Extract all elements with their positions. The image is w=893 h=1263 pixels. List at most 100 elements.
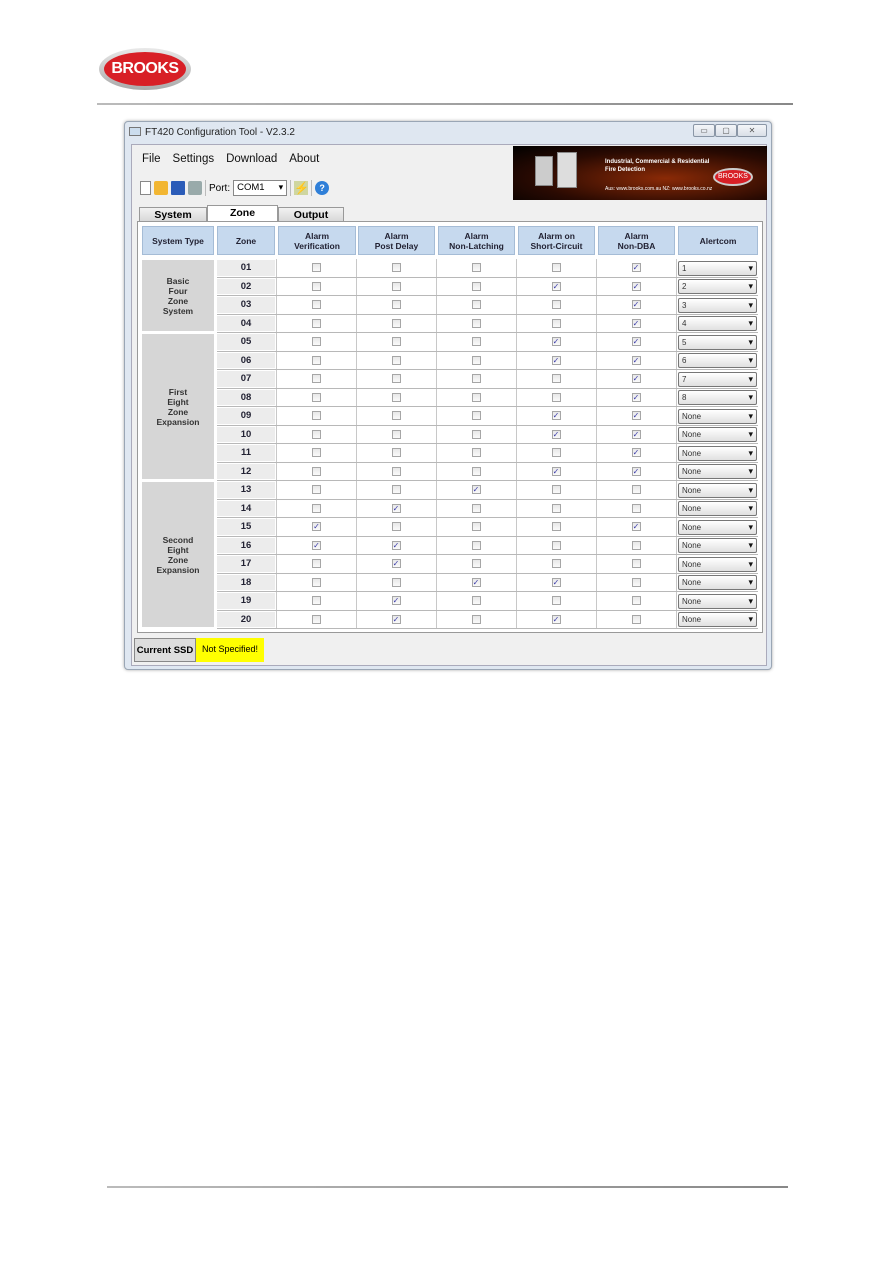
zone-option-checkbox[interactable] [391,318,401,328]
zone-option-checkbox[interactable] [471,318,481,328]
zone-option-checkbox[interactable] [551,596,561,605]
zone-option-checkbox[interactable]: ✓ [631,411,641,420]
zone-option-checkbox[interactable] [391,429,401,439]
zone-option-checkbox[interactable] [471,300,481,309]
zone-option-checkbox[interactable] [551,503,561,513]
alertcom-select[interactable]: None [678,519,757,535]
zone-option-checkbox[interactable]: ✓ [631,448,641,457]
zone-option-checkbox[interactable] [391,392,401,402]
menu-file[interactable]: File [142,153,161,165]
zone-option-checkbox[interactable] [471,337,481,346]
zone-option-checkbox[interactable] [391,374,401,383]
menu-settings[interactable]: Settings [173,153,215,165]
zone-option-checkbox[interactable] [471,614,481,624]
zone-option-checkbox[interactable] [312,485,321,494]
zone-option-checkbox[interactable] [631,503,641,513]
zone-option-checkbox[interactable]: ✓ [312,540,321,550]
zone-option-checkbox[interactable]: ✓ [312,522,321,531]
zone-option-checkbox[interactable] [551,374,561,383]
zone-option-checkbox[interactable] [471,559,481,568]
zone-option-checkbox[interactable] [312,614,321,624]
zone-option-checkbox[interactable]: ✓ [631,355,641,365]
zone-option-checkbox[interactable] [312,596,321,605]
menu-about[interactable]: About [289,153,319,165]
zone-option-checkbox[interactable] [471,466,481,476]
alertcom-select[interactable]: None [678,501,757,516]
zone-option-checkbox[interactable] [551,522,561,531]
zone-option-checkbox[interactable] [312,281,321,291]
zone-option-checkbox[interactable] [391,485,401,494]
zone-option-checkbox[interactable]: ✓ [391,540,401,550]
zone-option-checkbox[interactable] [391,522,401,531]
alertcom-select[interactable]: None [678,464,757,479]
zone-option-checkbox[interactable]: ✓ [631,522,641,531]
zone-option-checkbox[interactable] [471,448,481,457]
zone-option-checkbox[interactable] [471,540,481,550]
zone-option-checkbox[interactable] [391,466,401,476]
zone-option-checkbox[interactable] [312,466,321,476]
tab-output[interactable]: Output [278,207,344,222]
lightning-icon[interactable]: ⚡ [294,181,309,195]
alertcom-select[interactable]: 8 [678,390,757,405]
zone-option-checkbox[interactable] [312,263,321,272]
zone-option-checkbox[interactable] [631,559,641,568]
zone-option-checkbox[interactable] [631,540,641,550]
zone-option-checkbox[interactable] [391,355,401,365]
zone-option-checkbox[interactable]: ✓ [631,263,641,272]
alertcom-select[interactable]: 5 [678,334,757,350]
alertcom-select[interactable]: None [678,575,757,590]
zone-option-checkbox[interactable] [551,559,561,568]
alertcom-select[interactable]: 1 [678,260,757,276]
zone-option-checkbox[interactable]: ✓ [551,337,561,346]
alertcom-select[interactable]: 3 [678,297,757,313]
zone-option-checkbox[interactable]: ✓ [631,281,641,291]
zone-option-checkbox[interactable]: ✓ [551,411,561,420]
zone-option-checkbox[interactable] [391,300,401,309]
zone-option-checkbox[interactable] [551,485,561,494]
zone-option-checkbox[interactable]: ✓ [391,596,401,605]
zone-option-checkbox[interactable] [312,577,321,587]
maximize-button[interactable]: ▢ [715,124,737,137]
zone-option-checkbox[interactable] [391,577,401,587]
zone-option-checkbox[interactable]: ✓ [551,614,561,624]
zone-option-checkbox[interactable] [471,596,481,605]
zone-option-checkbox[interactable]: ✓ [471,577,481,587]
zone-option-checkbox[interactable] [391,281,401,291]
zone-option-checkbox[interactable] [391,337,401,346]
zone-option-checkbox[interactable] [551,318,561,328]
minimize-button[interactable]: ▭ [693,124,715,137]
zone-option-checkbox[interactable] [312,411,321,420]
alertcom-select[interactable]: None [678,427,757,442]
alertcom-select[interactable]: 6 [678,353,757,368]
zone-option-checkbox[interactable]: ✓ [631,318,641,328]
zone-option-checkbox[interactable] [471,429,481,439]
zone-option-checkbox[interactable] [312,429,321,439]
zone-option-checkbox[interactable]: ✓ [391,559,401,568]
zone-option-checkbox[interactable] [312,448,321,457]
zone-option-checkbox[interactable]: ✓ [391,503,401,513]
zone-option-checkbox[interactable]: ✓ [631,466,641,476]
zone-option-checkbox[interactable] [551,448,561,457]
alertcom-select[interactable]: None [678,612,757,627]
zone-option-checkbox[interactable] [312,374,321,383]
zone-option-checkbox[interactable]: ✓ [551,466,561,476]
zone-option-checkbox[interactable] [631,577,641,587]
zone-option-checkbox[interactable] [551,540,561,550]
zone-option-checkbox[interactable]: ✓ [631,337,641,346]
zone-option-checkbox[interactable] [631,596,641,605]
zone-option-checkbox[interactable] [391,411,401,420]
new-file-icon[interactable] [140,181,151,195]
zone-option-checkbox[interactable]: ✓ [631,300,641,309]
zone-option-checkbox[interactable] [631,485,641,494]
zone-option-checkbox[interactable] [312,355,321,365]
zone-option-checkbox[interactable] [551,263,561,272]
open-folder-icon[interactable] [154,181,168,195]
close-button[interactable]: ✕ [737,124,767,137]
zone-option-checkbox[interactable] [312,337,321,346]
zone-option-checkbox[interactable] [471,263,481,272]
port-select[interactable]: COM1 [233,180,288,196]
alertcom-select[interactable]: 2 [678,279,757,294]
alertcom-select[interactable]: None [678,408,757,424]
zone-option-checkbox[interactable]: ✓ [551,355,561,365]
zone-option-checkbox[interactable] [551,392,561,402]
